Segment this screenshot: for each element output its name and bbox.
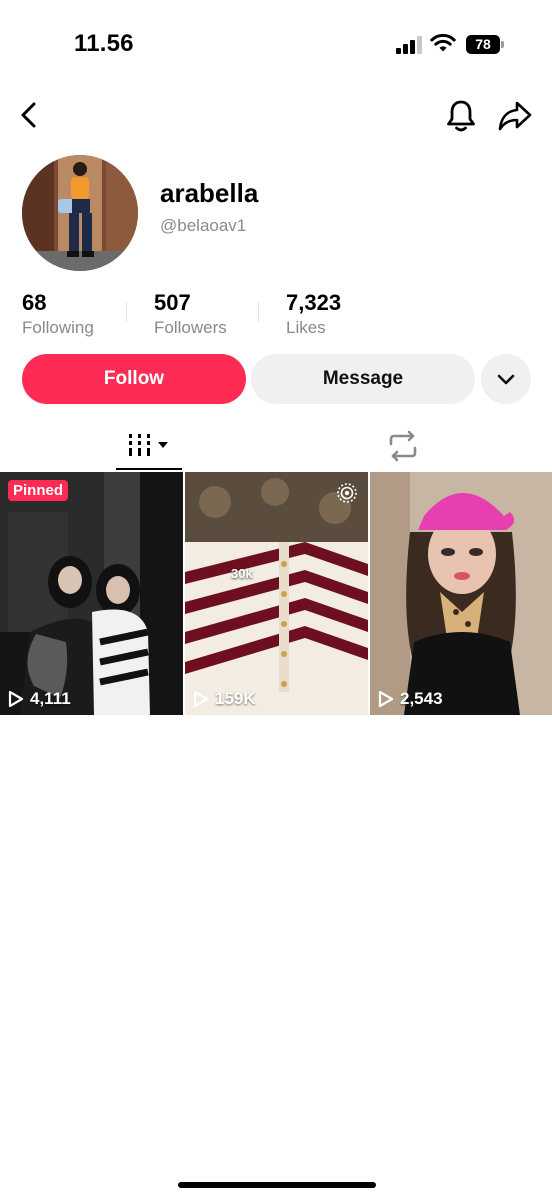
follow-button[interactable]: Follow	[22, 354, 246, 404]
video-thumbnail-image	[370, 472, 552, 715]
bell-icon[interactable]	[444, 98, 478, 134]
stat-divider	[258, 302, 259, 322]
username-handle: @belaoav1	[160, 216, 247, 235]
status-time: 11.56	[74, 30, 134, 57]
tab-reposts[interactable]	[370, 424, 436, 470]
display-name: arabella	[160, 178, 259, 208]
following-count: 68	[22, 290, 47, 315]
view-count-text: 159K	[215, 689, 256, 708]
stat-divider	[126, 302, 127, 322]
followers-label: Followers	[154, 318, 227, 337]
back-icon[interactable]	[14, 98, 44, 132]
view-count-text: 4,111	[30, 689, 71, 708]
pinned-badge: Pinned	[8, 480, 69, 501]
view-count: 159K	[193, 689, 256, 709]
status-bar: 11.56 78	[0, 0, 552, 90]
view-count: 2,543	[378, 689, 443, 709]
battery-icon: 78	[466, 35, 504, 54]
stat-followers[interactable]: 507 Followers	[154, 290, 227, 338]
play-icon	[193, 690, 209, 708]
play-icon	[378, 690, 394, 708]
view-count: 4,111	[8, 689, 71, 709]
video-thumbnail[interactable]: 30k 159K	[185, 472, 368, 715]
avatar-photo	[22, 155, 138, 271]
stat-following[interactable]: 68 Following	[22, 290, 94, 338]
video-thumbnail[interactable]: 2,543	[370, 472, 552, 715]
stat-likes[interactable]: 7,323 Likes	[286, 290, 341, 338]
chevron-down-icon	[497, 374, 515, 385]
tab-videos[interactable]	[116, 424, 182, 470]
avatar[interactable]	[22, 155, 138, 271]
likes-label: Likes	[286, 318, 326, 337]
grid-icon	[129, 434, 168, 456]
suggested-accounts-button[interactable]	[481, 354, 531, 404]
home-indicator[interactable]	[178, 1182, 376, 1188]
view-count-text: 2,543	[400, 689, 443, 708]
battery-level: 78	[475, 36, 491, 52]
wifi-icon	[430, 33, 456, 52]
repost-icon	[389, 430, 417, 462]
video-overlay-text: 30k	[231, 566, 253, 581]
followers-count: 507	[154, 290, 191, 315]
message-button[interactable]: Message	[251, 354, 475, 404]
signal-icon	[396, 36, 422, 54]
following-label: Following	[22, 318, 94, 337]
video-thumbnail[interactable]: Pinned 4,111	[0, 472, 183, 715]
likes-count: 7,323	[286, 290, 342, 315]
video-thumbnail-image	[0, 472, 183, 715]
play-icon	[8, 690, 24, 708]
live-photo-icon	[337, 483, 357, 503]
share-icon[interactable]	[497, 98, 533, 134]
video-thumbnail-image	[185, 472, 368, 715]
